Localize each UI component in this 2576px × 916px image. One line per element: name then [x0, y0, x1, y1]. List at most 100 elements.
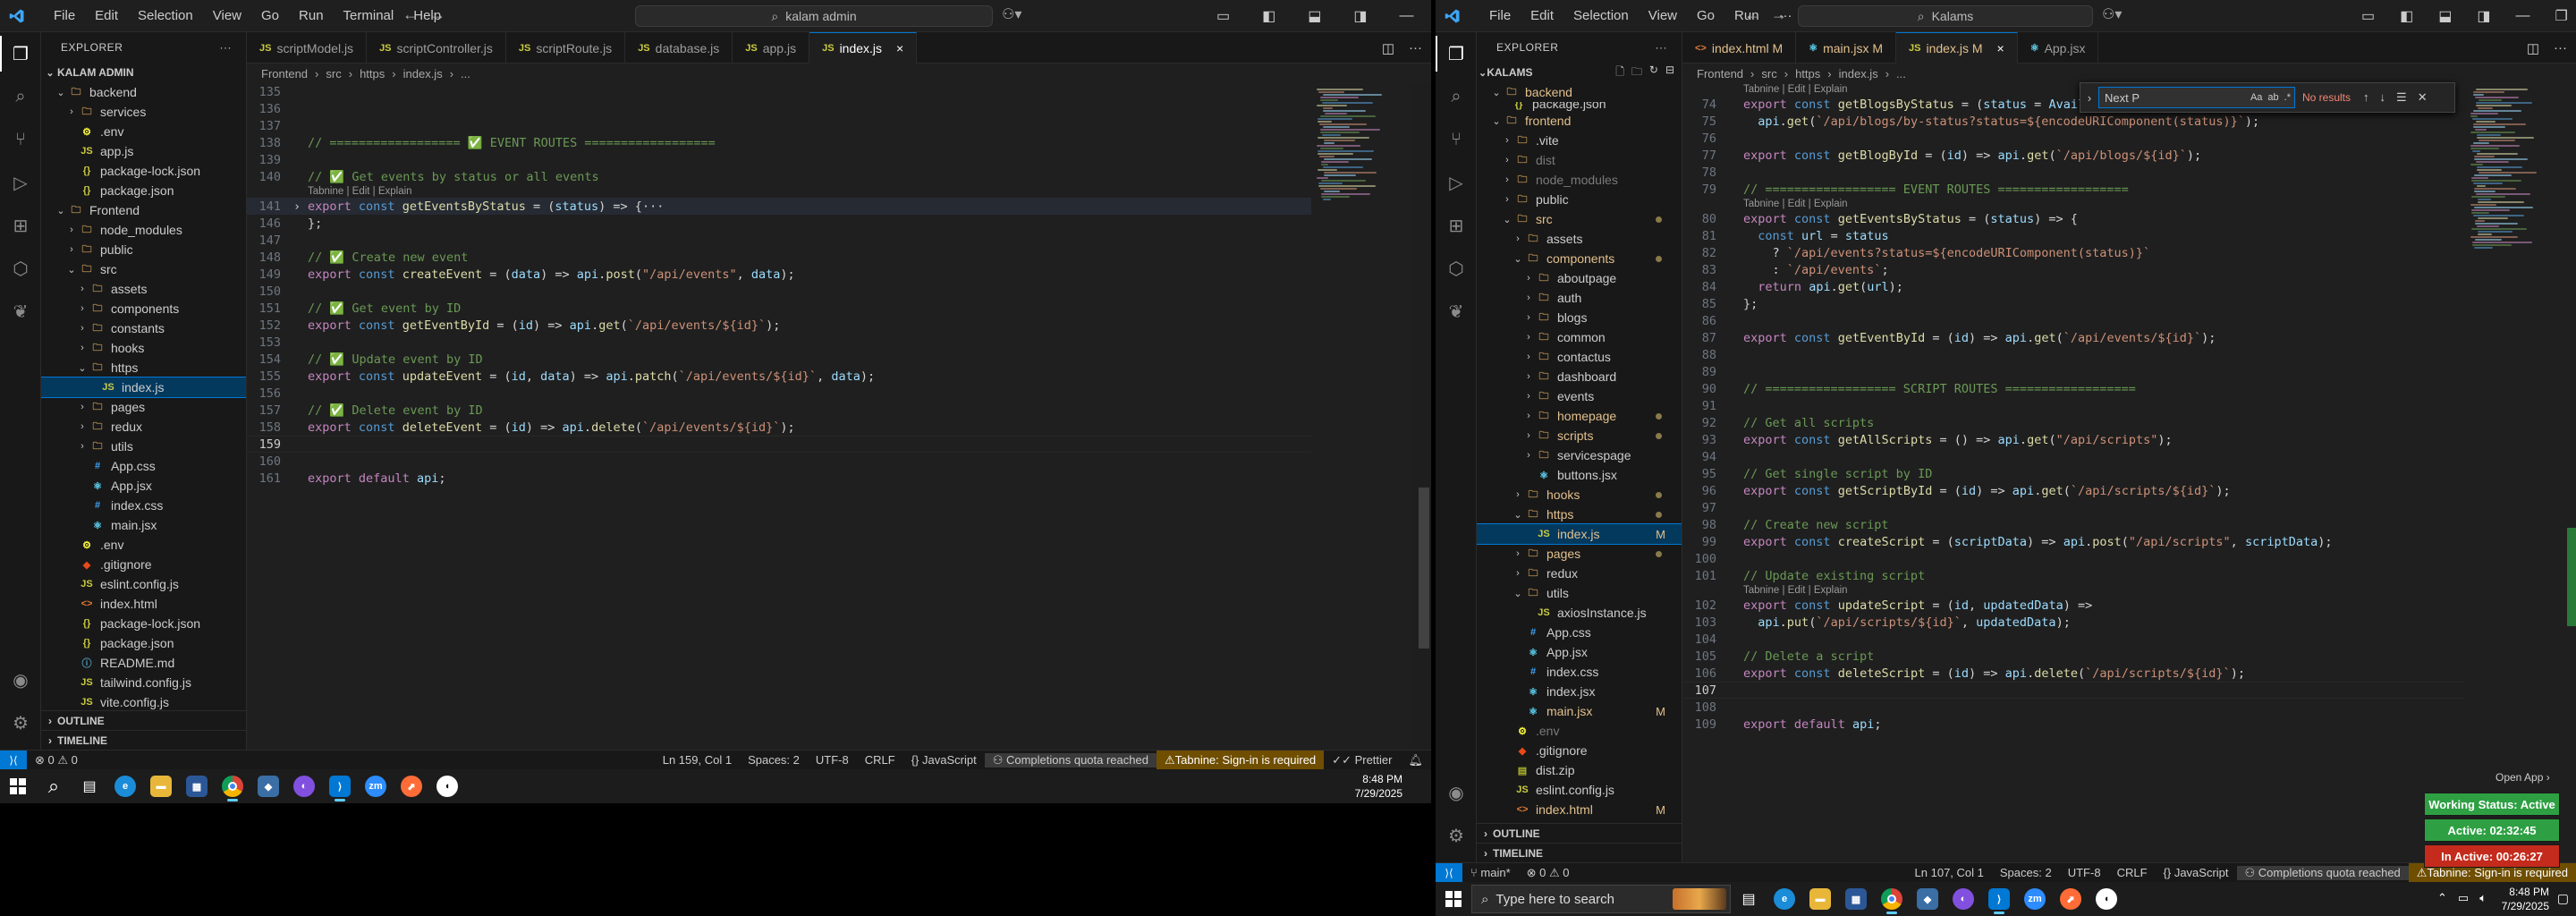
code-line[interactable]: 155 export const updateEvent = (id, data)… [247, 368, 1311, 385]
tree-file[interactable]: # index.css [41, 496, 246, 515]
breadcrumb-item[interactable]: src [1761, 67, 1776, 81]
tree-file[interactable]: ⚙ .env [41, 122, 246, 141]
regex-icon[interactable]: .* [2284, 92, 2291, 103]
tree-folder[interactable]: › 🗀︎ utils [41, 437, 246, 456]
cursor-position[interactable]: Ln 159, Col 1 [655, 753, 740, 767]
tree-folder[interactable]: › 🗀︎ pages [41, 397, 246, 417]
code-line[interactable]: 157 // ✅ Delete event by ID [247, 402, 1311, 419]
task-view-icon[interactable]: ▤ [72, 769, 107, 803]
toggle-sidebar-icon[interactable]: ◧ [2400, 7, 2413, 25]
tree-folder[interactable]: › 🗀︎ public [1477, 190, 1682, 209]
breadcrumb-item[interactable]: ... [461, 67, 470, 81]
extensions-icon[interactable]: ⊞ [8, 213, 33, 238]
close-tab-icon[interactable]: × [896, 41, 903, 55]
code-line[interactable]: 153 [247, 334, 1311, 351]
editor-tab[interactable]: JS scriptModel.js [247, 32, 368, 64]
tree-file[interactable]: JS index.js M [1477, 523, 1682, 545]
tree-folder[interactable]: ⌄ 🗀︎ https [1477, 505, 1682, 524]
remote-icon[interactable]: ⟩⟨ [0, 750, 27, 769]
mongodb-icon[interactable]: ❦ [8, 299, 33, 324]
back-arrow-icon[interactable]: ← [1744, 5, 1760, 24]
breadcrumb-item[interactable]: https [1795, 67, 1820, 81]
code-line[interactable]: 79 // ================== EVENT ROUTES ===… [1682, 181, 2465, 198]
code-line[interactable]: 80 export const getEventsByStatus = (stat… [1682, 210, 2465, 227]
store-icon[interactable]: ▦ [179, 769, 215, 803]
tree-file[interactable]: # index.css [1477, 662, 1682, 682]
remote-icon[interactable]: ⟩⟨ [1436, 862, 1462, 882]
tree-folder[interactable]: › 🗀︎ dist [1477, 150, 1682, 170]
postman-icon[interactable]: ⬈ [2053, 882, 2089, 916]
codelens-actions[interactable]: Tabnine | Edit | Explain [247, 185, 1311, 198]
copilot-quota[interactable]: ⚇ Completions quota reached [2236, 865, 2409, 880]
tree-file[interactable]: JS axiosInstance.js [1477, 603, 1682, 623]
tree-file[interactable]: JS tailwind.config.js [41, 673, 246, 692]
tree-folder[interactable]: › 🗀︎ .vite [1477, 131, 1682, 150]
search-icon[interactable]: ⌕ [36, 769, 72, 803]
remote-explorer-icon[interactable]: ⬡ [8, 256, 33, 281]
toggle-panel-icon[interactable]: ⬓ [1308, 7, 1321, 25]
breadcrumb-item[interactable]: index.js [1839, 67, 1878, 81]
code-line[interactable]: 151 // ✅ Get event by ID [247, 300, 1311, 317]
match-case-icon[interactable]: Aa [2250, 92, 2262, 103]
code-line[interactable]: 150 [247, 283, 1311, 300]
tree-folder[interactable]: › 🗀︎ pages [1477, 544, 1682, 564]
menu-view[interactable]: View [213, 8, 242, 23]
breadcrumb-item[interactable]: src [326, 67, 341, 81]
tree-file[interactable]: ⚙ .env [1477, 721, 1682, 741]
breadcrumb-item[interactable]: Frontend [261, 67, 308, 81]
menu-edit[interactable]: Edit [95, 8, 118, 23]
windows-start-icon[interactable] [1436, 882, 1471, 916]
code-line[interactable]: 101 // Update existing script [1682, 567, 2465, 584]
code-line[interactable]: 98 // Create new script [1682, 516, 2465, 533]
settings-gear-icon[interactable]: ⚙ [1444, 823, 1469, 848]
code-line[interactable]: 99 export const createScript = (scriptDat… [1682, 533, 2465, 550]
tree-file[interactable]: JS index.js [41, 377, 246, 398]
tree-folder[interactable]: ⌄ 🗀︎ backend [1477, 82, 1682, 102]
chrome-icon[interactable] [215, 769, 250, 803]
chrome-icon[interactable] [1874, 882, 1910, 916]
remote-explorer-icon[interactable]: ⬡ [1444, 256, 1469, 281]
code-line[interactable]: 140 // ✅ Get events by status or all even… [247, 168, 1311, 185]
zoom-icon[interactable]: zm [358, 769, 394, 803]
code-line[interactable]: 141 › export const getEventsByStatus = (st… [247, 198, 1311, 215]
find-input[interactable]: Next P Aa ab .* [2098, 87, 2295, 108]
windows-start-icon[interactable] [0, 769, 36, 803]
tree-folder[interactable]: › 🗀︎ auth [1477, 288, 1682, 308]
tray-chevron-up-icon[interactable]: ⌃ [2437, 891, 2447, 905]
code-line[interactable]: 94 [1682, 448, 2465, 465]
tree-file[interactable]: ⚛ App.jsx [41, 476, 246, 496]
tree-folder[interactable]: ⌄ 🗀︎ backend [41, 82, 246, 102]
menu-selection[interactable]: Selection [138, 8, 193, 23]
refresh-icon[interactable]: ↻ [1649, 64, 1658, 82]
end-of-line[interactable]: CRLF [857, 753, 903, 767]
code-line[interactable]: 156 [247, 385, 1311, 402]
source-control-icon[interactable]: ⑂ [8, 127, 33, 152]
search-view-icon[interactable]: ⌕ [1444, 84, 1469, 109]
timeline-section[interactable]: › TIMELINE [1477, 843, 1682, 862]
code-line[interactable]: 148 // ✅ Create new event [247, 249, 1311, 266]
code-line[interactable]: 139 [247, 151, 1311, 168]
tree-file[interactable]: {} package.json [41, 181, 246, 200]
menu-file[interactable]: File [54, 8, 75, 23]
code-line[interactable]: 91 [1682, 397, 2465, 414]
match-word-icon[interactable]: ab [2267, 92, 2278, 103]
code-line[interactable]: 81 const url = status [1682, 227, 2465, 244]
copilot-icon[interactable]: ⚇▾ [2102, 5, 2122, 23]
tree-file[interactable]: JS vite.config.js [41, 692, 246, 712]
vscode-taskbar-icon[interactable]: ⟩ [322, 769, 358, 803]
tree-file[interactable]: ⚛ main.jsx [41, 515, 246, 535]
tree-file[interactable]: ⚛ buttons.jsx [1477, 465, 1682, 485]
code-line[interactable]: 96 export const getScriptById = (id) => a… [1682, 482, 2465, 499]
split-editor-icon[interactable]: ◫ [1382, 40, 1394, 56]
menu-terminal[interactable]: Terminal [343, 8, 394, 23]
minimize-icon[interactable]: — [1400, 8, 1414, 24]
tree-file[interactable]: {} package-lock.json [41, 614, 246, 633]
code-line[interactable]: 86 [1682, 312, 2465, 329]
editor-tab[interactable]: JS database.js [625, 32, 733, 64]
account-icon[interactable]: ◉ [1444, 780, 1469, 805]
code-line[interactable]: 109 export default api; [1682, 716, 2465, 733]
prettier-status[interactable]: ✓✓ Prettier [1324, 753, 1400, 768]
tree-file[interactable]: ▤ dist.zip [1477, 760, 1682, 780]
code-line[interactable]: 161 export default api; [247, 470, 1311, 487]
split-editor-icon[interactable]: ◫ [2527, 40, 2539, 56]
